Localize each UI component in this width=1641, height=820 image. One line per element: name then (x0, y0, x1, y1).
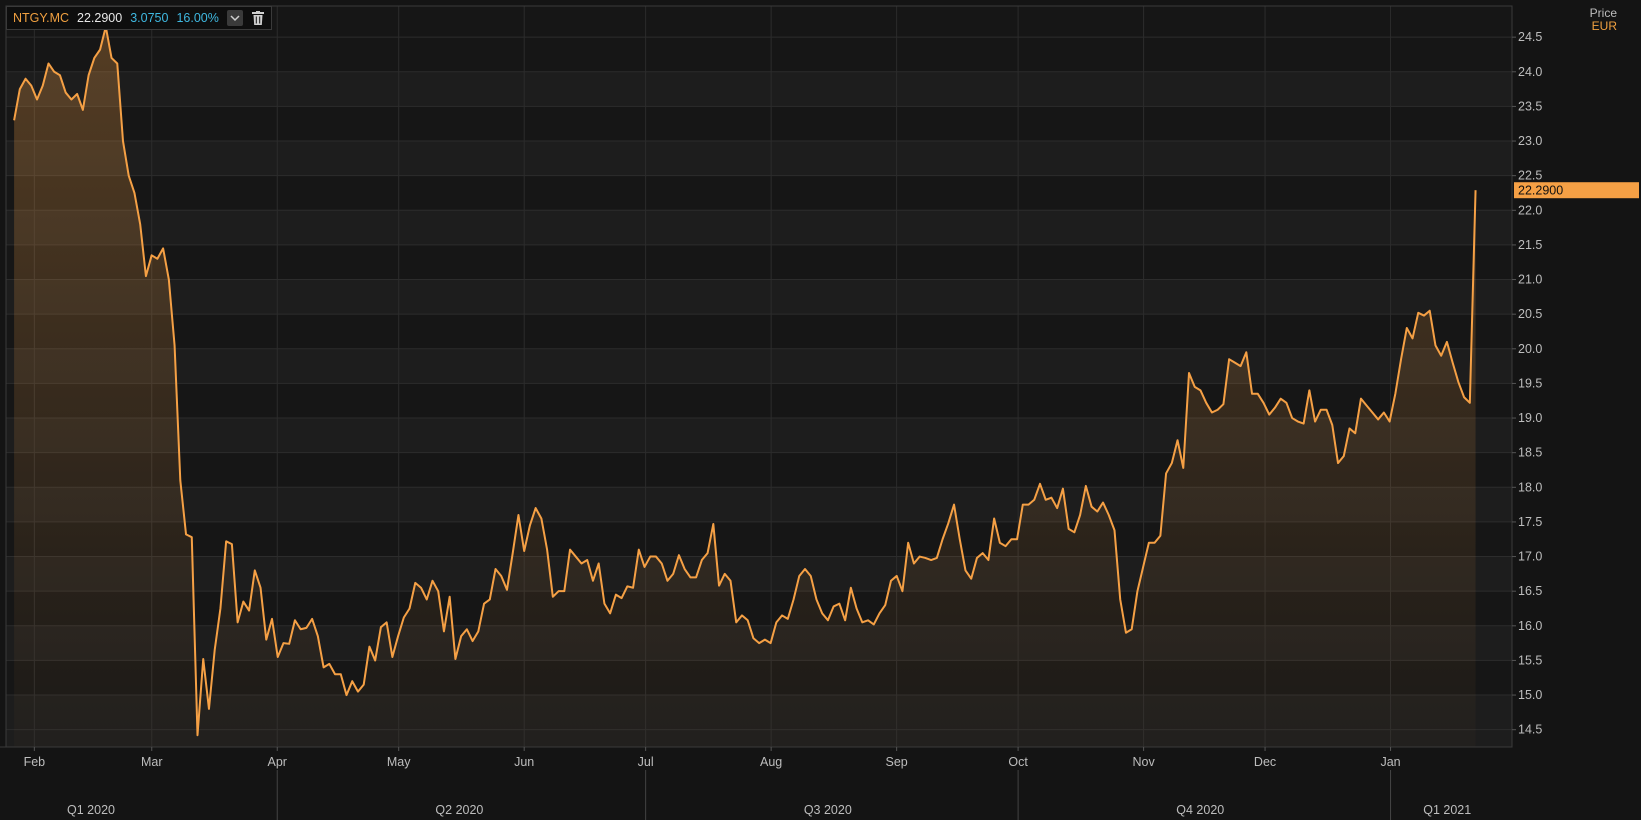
legend-symbol[interactable]: NTGY.MC (13, 11, 69, 25)
quarter-label: Q4 2020 (1176, 803, 1224, 817)
y-tick-label: 14.5 (1518, 723, 1542, 737)
quarter-label: Q1 2021 (1423, 803, 1471, 817)
y-tick-label: 19.5 (1518, 376, 1542, 390)
grid-band (6, 314, 1512, 349)
x-tick-label: Jan (1380, 755, 1400, 769)
last-price-label: 22.2900 (1518, 184, 1563, 198)
y-tick-label: 22.5 (1518, 169, 1542, 183)
x-tick-label: Jun (514, 755, 534, 769)
y-tick-label: 20.0 (1518, 342, 1542, 356)
grid-band (6, 71, 1512, 107)
y-axis-title: Price (1589, 6, 1617, 20)
grid-band (6, 175, 1512, 211)
grid-band (6, 244, 1512, 280)
x-tick-label: Aug (760, 755, 782, 769)
grid-band (6, 37, 1512, 72)
x-tick-label: Dec (1254, 755, 1276, 769)
y-tick-label: 22.0 (1518, 203, 1542, 217)
quarter-label: Q1 2020 (67, 803, 115, 817)
y-tick-label: 24.5 (1518, 30, 1542, 44)
grid-band (6, 210, 1512, 245)
y-tick-label: 19.0 (1518, 411, 1542, 425)
y-tick-label: 23.0 (1518, 134, 1542, 148)
y-tick-label: 18.5 (1518, 446, 1542, 460)
x-tick-label: Apr (268, 755, 287, 769)
x-tick-label: Feb (24, 755, 46, 769)
y-tick-label: 16.5 (1518, 584, 1542, 598)
y-tick-label: 24.0 (1518, 65, 1542, 79)
quarter-label: Q3 2020 (804, 803, 852, 817)
quarter-label: Q2 2020 (435, 803, 483, 817)
y-tick-label: 17.5 (1518, 515, 1542, 529)
legend-change: 3.0750 (130, 11, 169, 25)
y-tick-label: 15.5 (1518, 653, 1542, 667)
x-tick-label: Mar (141, 755, 163, 769)
y-tick-label: 20.5 (1518, 307, 1542, 321)
x-tick-label: Sep (886, 755, 908, 769)
price-chart[interactable]: 14.5 15.0 15.5 16.0 16.5 17.0 17.5 18.0 18.5 19.0… (0, 0, 1641, 820)
x-tick-label: Jul (638, 755, 654, 769)
y-tick-label: 21.0 (1518, 273, 1542, 287)
legend-change-percent: 16.00% (176, 11, 219, 25)
y-tick-label: 16.0 (1518, 619, 1542, 633)
trash-icon[interactable] (251, 10, 265, 26)
x-tick-label: May (387, 755, 411, 769)
y-tick-label: 21.5 (1518, 238, 1542, 252)
y-axis-currency: EUR (1591, 19, 1617, 33)
y-tick-label: 17.0 (1518, 550, 1542, 564)
series-legend: NTGY.MC 22.2900 3.0750 16.00% (6, 6, 272, 30)
chevron-down-icon[interactable] (226, 10, 243, 26)
y-tick-label: 18.0 (1518, 480, 1542, 494)
x-tick-label: Nov (1132, 755, 1155, 769)
grid-band (6, 279, 1512, 315)
grid-band (6, 141, 1512, 176)
x-tick-label: Oct (1008, 755, 1028, 769)
legend-price: 22.2900 (77, 11, 123, 25)
grid-band (6, 106, 1512, 142)
grid-band (6, 348, 1512, 384)
y-tick-label: 15.0 (1518, 688, 1542, 702)
y-tick-label: 23.5 (1518, 99, 1542, 113)
